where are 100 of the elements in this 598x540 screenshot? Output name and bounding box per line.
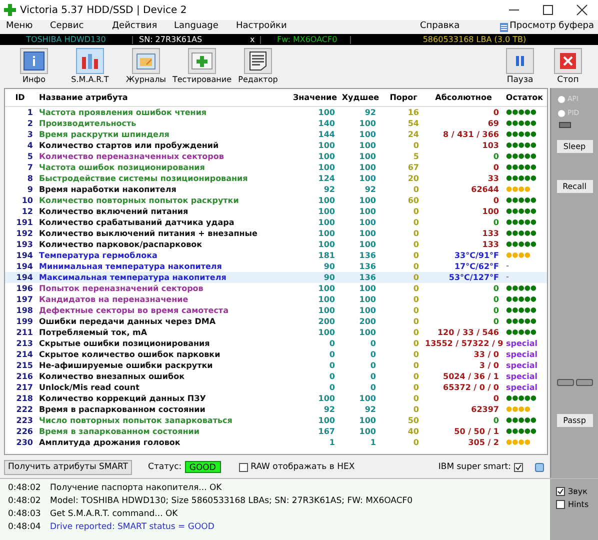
table-cell-text: 50 <box>406 415 420 426</box>
radio-button[interactable] <box>558 110 564 116</box>
attribute-name: Количество переназначенных секторов <box>38 151 225 162</box>
list-icon <box>500 22 508 32</box>
table-cell-text: 50 / 50 / 1 <box>453 426 500 437</box>
table-cell-text: 0 <box>369 382 377 393</box>
table-cell-text: 92 <box>364 184 377 195</box>
attribute-name: Быстродействие системы позиционирования <box>38 173 249 184</box>
checkbox[interactable] <box>556 500 565 509</box>
table-row[interactable]: 216 Количество внезапных ошибок 0 0 0 5024 / 36 / 1 special <box>5 371 547 382</box>
radio-button[interactable] <box>558 96 564 102</box>
checkbox[interactable] <box>556 487 565 496</box>
close-icon[interactable] <box>576 4 588 16</box>
side-button[interactable]: Recall <box>556 180 592 193</box>
toolbar-tab[interactable]: Редактор <box>230 48 286 86</box>
menu-item[interactable]: Настройки <box>236 20 298 34</box>
toolbar-tab[interactable]: Инфо <box>6 48 62 86</box>
table-cell-text: 92 <box>364 107 377 118</box>
table-cell-text: 192 <box>15 228 34 239</box>
attribute-name: Unlock/Mis read count <box>38 382 140 393</box>
table-row[interactable]: 213 Скрытые ошибки позиционирования 0 0 0 13552 / 57322 / 9 special <box>5 338 547 349</box>
column-header[interactable]: ID <box>5 92 35 103</box>
table-cell-text: 100 <box>358 294 377 305</box>
column-header[interactable]: Абсолютное <box>425 92 502 103</box>
table-cell-text: 136 <box>358 272 377 283</box>
menu-item[interactable]: Действия <box>112 20 174 34</box>
plus-icon <box>191 51 213 71</box>
table-cell-text: 100 <box>317 140 336 151</box>
health-indicator: special <box>505 382 539 393</box>
table-cell-text: 5 <box>412 151 420 162</box>
color-swatch[interactable] <box>535 462 544 472</box>
table-cell-text: 196 <box>15 283 34 294</box>
table-cell-text: 90 <box>322 261 336 272</box>
table-cell-text: 100 <box>358 140 377 151</box>
checkbox[interactable] <box>238 462 248 472</box>
table-cell-text: 92 <box>322 404 336 415</box>
menu-item[interactable]: Сервис <box>50 20 112 34</box>
table-cell-text: 194 <box>15 250 34 261</box>
table-cell-text: 53°C/127°F <box>448 272 500 283</box>
small-button[interactable] <box>556 379 574 386</box>
table-cell-text: 211 <box>15 327 34 338</box>
side-button[interactable]: Sleep <box>556 140 592 153</box>
table-cell-text: 8 / 431 / 366 <box>442 129 500 140</box>
column-header[interactable]: Название атрибута <box>35 92 291 103</box>
table-cell-text: 100 <box>317 327 336 338</box>
toolbar-tab[interactable]: Журналы <box>118 48 174 86</box>
table-cell-text: 0 <box>412 261 420 272</box>
table-cell-text: 0 <box>412 338 420 349</box>
side-button[interactable]: Passp <box>556 414 592 427</box>
table-row[interactable]: 214 Скрытое количество ошибок парковки 0 0 0 33 / 0 special <box>5 349 547 360</box>
small-button[interactable] <box>576 379 592 386</box>
menu-item[interactable]: Меню <box>6 20 50 34</box>
close-drive-button[interactable]: x <box>250 36 260 44</box>
column-header[interactable]: Остаток <box>502 92 547 103</box>
column-header[interactable]: Худшее <box>339 92 382 103</box>
toolbar-tab[interactable]: Тестирование <box>174 48 230 86</box>
attribute-name: Амплитуда дрожания головок <box>38 437 182 448</box>
table-cell-text: 0 <box>492 415 500 426</box>
table-cell-text: 214 <box>15 349 34 360</box>
table-cell-text: 3 / 0 <box>478 360 500 371</box>
table-cell-text: 226 <box>15 426 34 437</box>
attribute-name: Температура гермоблока <box>38 250 158 261</box>
table-row[interactable]: 215 Не-афишируемые ошибки раскрутки 0 0 0 3 / 0 special <box>5 360 547 371</box>
column-header[interactable]: Порог <box>382 92 425 103</box>
menu-item[interactable]: Language <box>174 20 236 34</box>
table-cell-text: 100 <box>317 415 336 426</box>
table-cell-text: 100 <box>358 151 377 162</box>
table-cell-text: 103 <box>481 140 500 151</box>
stop-button[interactable]: Стоп <box>544 48 592 86</box>
log-time: 0:48:02 <box>8 495 42 508</box>
table-row[interactable]: 217 Unlock/Mis read count 0 0 0 65372 / 0 / 0 special <box>5 382 547 393</box>
table-cell-text: 197 <box>15 294 34 305</box>
menu-item[interactable]: Справка <box>420 20 460 34</box>
column-header[interactable]: Значение <box>291 92 339 103</box>
attribute-name: Количество повторных попыток раскрутки <box>38 195 240 206</box>
table-cell-text: 0 <box>492 217 500 228</box>
get-smart-button[interactable]: Получить атрибуты SMART <box>4 460 132 474</box>
maximize-icon[interactable] <box>542 4 554 16</box>
drive-capacity: 5860533168 LBA (3.0 TB) <box>350 36 598 44</box>
status-label: Статус: <box>148 460 182 474</box>
health-indicator: special <box>505 371 539 382</box>
table-cell-text: 0 <box>412 382 420 393</box>
table-cell-text: 33°C/91°F <box>453 250 500 261</box>
table-cell-text: 0 <box>328 349 336 360</box>
table-cell-text: 100 <box>317 283 336 294</box>
table-cell-text: 5024 / 36 / 1 <box>442 371 500 382</box>
clipboard-view-button[interactable]: Просмотр буфера <box>510 20 594 34</box>
bar-chart-icon <box>79 51 101 71</box>
attribute-name: Количество стартов или пробуждений <box>38 140 220 151</box>
table-cell-text: 100 <box>317 294 336 305</box>
table-cell-text: 0 <box>412 206 420 217</box>
table-cell-text: 100 <box>317 228 336 239</box>
toolbar-tab[interactable]: S.M.A.R.T <box>62 48 118 86</box>
table-cell-text: 62397 <box>470 404 500 415</box>
pause-button[interactable]: Пауза <box>496 48 544 86</box>
table-cell-text: 193 <box>15 239 34 250</box>
attribute-name: Частота ошибок позиционирования <box>38 162 206 173</box>
table-cell-text: 167 <box>317 426 336 437</box>
checkbox[interactable] <box>514 462 523 472</box>
info-icon <box>23 51 45 71</box>
